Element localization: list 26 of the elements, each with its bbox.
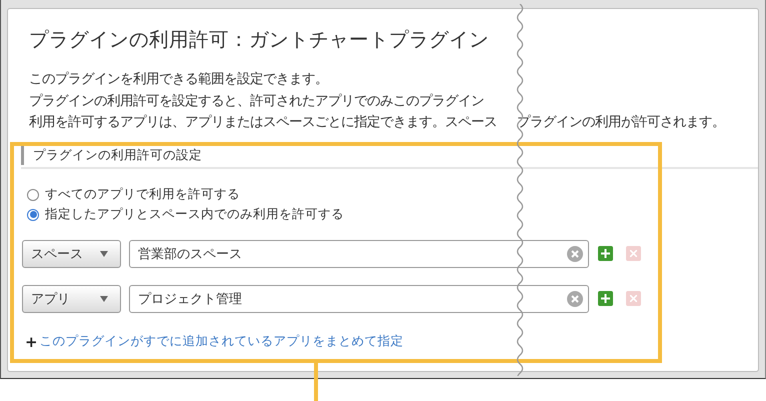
dialog-title: プラグインの利用許可：ガントチャートプラグイン bbox=[29, 27, 490, 53]
bulk-assign-link[interactable]: このプラグインがすでに追加されているアプリをまとめて指定 bbox=[40, 333, 404, 350]
caret-icon bbox=[100, 250, 108, 256]
description-text: このプラグインを利用できる範囲を設定できます。 bbox=[29, 70, 328, 89]
radio-button[interactable] bbox=[27, 188, 39, 200]
caret-icon bbox=[100, 296, 108, 302]
option-label[interactable]: すべてのアプリで利用を許可する bbox=[45, 186, 240, 203]
clear-icon[interactable] bbox=[567, 290, 583, 306]
input-field[interactable]: プロジェクト管理 bbox=[129, 284, 589, 312]
plus-icon bbox=[601, 294, 610, 303]
plus-sign: + bbox=[25, 332, 38, 350]
close-icon bbox=[630, 250, 637, 257]
plus-icon bbox=[601, 249, 610, 258]
add-button[interactable] bbox=[598, 246, 613, 261]
option-label[interactable]: 指定したアプリとスペース内でのみ利用を許可する bbox=[45, 206, 344, 223]
add-button[interactable] bbox=[598, 291, 613, 306]
radio-button[interactable] bbox=[27, 208, 39, 220]
section-title: プラグインの利用許可の設定 bbox=[33, 146, 202, 164]
description-text: プラグインの利用許可を設定すると、許可されたアプリでのみこのプラグイン bbox=[29, 92, 484, 110]
description-text: プラグインの利用が許可されます。 bbox=[517, 114, 725, 132]
close-icon bbox=[630, 295, 637, 302]
description-text: 利用を許可するアプリは、アプリまたはスペースごとに指定できます。スペース bbox=[29, 114, 497, 132]
type-dropdown[interactable]: アプリ bbox=[22, 284, 121, 312]
clear-icon[interactable] bbox=[567, 246, 583, 262]
type-dropdown[interactable]: スペース bbox=[22, 240, 121, 268]
input-field[interactable]: 営業部のスペース bbox=[129, 240, 589, 268]
